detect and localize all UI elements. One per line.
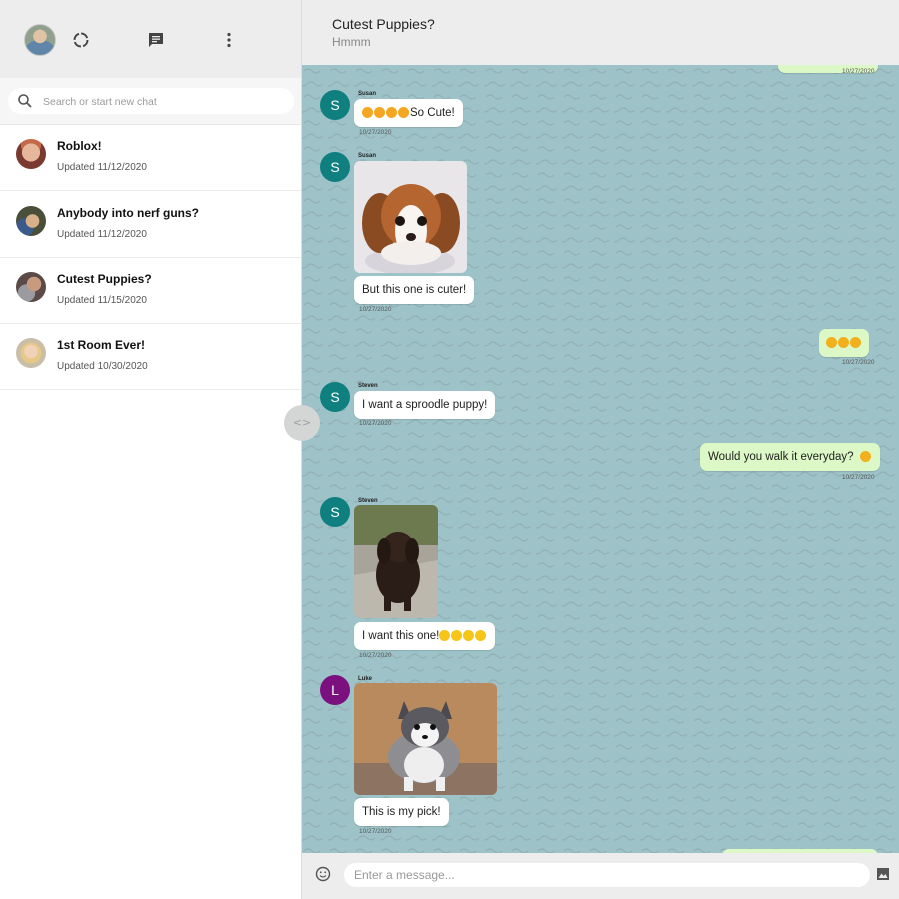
status-icon[interactable]: [71, 30, 91, 50]
sender-name: Steven: [358, 498, 378, 504]
more-vert-icon[interactable]: [219, 30, 239, 50]
message-text: I want a sproodle puppy!: [362, 399, 488, 411]
message-text: So Cute!: [410, 107, 455, 119]
husky-puppy-image: [354, 683, 497, 795]
chat-header: Cutest Puppies? Hmmm: [302, 0, 899, 65]
room-avatar: [16, 206, 46, 236]
message-bubble: I want this one!: [354, 622, 496, 650]
sidebar-header: [0, 0, 301, 78]
thinking-emoji-icon: [859, 451, 871, 462]
chat-icon[interactable]: [146, 30, 166, 50]
cavalier-puppy-image: [354, 161, 467, 273]
message-bubble-outgoing: Would you walk it everyday?: [700, 443, 880, 471]
message-text: This is my pick!: [362, 806, 441, 818]
message-list[interactable]: 10/27/2020 S Susan So Cute! 10/27/2020 S…: [302, 65, 899, 853]
room-title: 1st Room Ever!: [57, 338, 146, 352]
room-avatar: [16, 272, 46, 302]
room-item-nerf[interactable]: Anybody into nerf guns? Updated 11/12/20…: [0, 191, 301, 258]
sender-name: Susan: [358, 91, 377, 97]
puppy-photo[interactable]: [354, 683, 497, 795]
sender-avatar[interactable]: S: [320, 152, 350, 182]
message-bubble: I want a sproodle puppy!: [354, 391, 496, 419]
message-time: 10/27/2020: [359, 652, 392, 659]
room-title: Anybody into nerf guns?: [57, 206, 199, 220]
message-text: Would you walk it everyday?: [708, 451, 854, 463]
grinning-emoji-icon: [439, 630, 487, 642]
message-text: But this one is cuter!: [362, 284, 467, 296]
room-item-cutest-puppies[interactable]: Cutest Puppies? Updated 11/15/2020: [0, 257, 301, 324]
room-avatar: [16, 338, 46, 368]
message-time: 10/27/2020: [842, 359, 875, 366]
sender-name: Susan: [358, 153, 377, 159]
user-avatar[interactable]: [24, 24, 56, 56]
message-composer: [302, 853, 899, 899]
search-icon: [18, 94, 32, 108]
star-struck-emoji-icon: [362, 107, 410, 119]
puppy-photo[interactable]: [354, 161, 467, 273]
message-text: I want this one!: [362, 630, 440, 642]
search-bar: [0, 78, 301, 125]
message-input[interactable]: [344, 863, 870, 887]
room-updated: Updated 11/12/2020: [57, 229, 147, 240]
clapping-hands-emoji-icon: [826, 337, 862, 349]
message-bubble-outgoing: [819, 329, 869, 357]
sender-avatar[interactable]: L: [320, 675, 350, 705]
code-icon[interactable]: <>: [284, 405, 320, 441]
message-bubble: But this one is cuter!: [354, 276, 475, 304]
sidebar: Roblox! Updated 11/12/2020 Anybody into …: [0, 0, 302, 899]
room-title: Cutest Puppies?: [57, 272, 152, 286]
sender-name: Luke: [358, 676, 373, 682]
message-time: 10/27/2020: [842, 68, 875, 75]
message-bubble: So Cute!: [354, 99, 463, 127]
puppy-photo[interactable]: [354, 505, 438, 618]
image-icon[interactable]: [876, 867, 890, 881]
sender-name: Steven: [358, 383, 378, 389]
message-time: 10/27/2020: [842, 474, 875, 481]
room-item-roblox[interactable]: Roblox! Updated 11/12/2020: [0, 124, 301, 191]
room-updated: Updated 11/12/2020: [57, 162, 147, 173]
search-input[interactable]: [41, 92, 285, 112]
room-updated: Updated 10/30/2020: [57, 361, 148, 372]
emoji-icon[interactable]: [315, 866, 331, 882]
sender-avatar[interactable]: S: [320, 90, 350, 120]
message-time: 10/27/2020: [359, 828, 392, 835]
message-time: 10/27/2020: [359, 129, 392, 136]
sproodle-puppy-image: [354, 505, 438, 618]
sender-avatar[interactable]: S: [320, 497, 350, 527]
search-box[interactable]: [8, 88, 294, 114]
message-bubble: This is my pick!: [354, 798, 449, 826]
room-title: Roblox!: [57, 139, 102, 153]
message-time: 10/27/2020: [359, 306, 392, 313]
room-avatar: [16, 139, 46, 169]
sender-avatar[interactable]: S: [320, 382, 350, 412]
chat-subtitle: Hmmm: [332, 35, 371, 49]
message-time: 10/27/2020: [359, 420, 392, 427]
chat-title: Cutest Puppies?: [332, 16, 435, 32]
room-updated: Updated 11/15/2020: [57, 295, 147, 306]
room-item-1st-room[interactable]: 1st Room Ever! Updated 10/30/2020: [0, 323, 301, 390]
